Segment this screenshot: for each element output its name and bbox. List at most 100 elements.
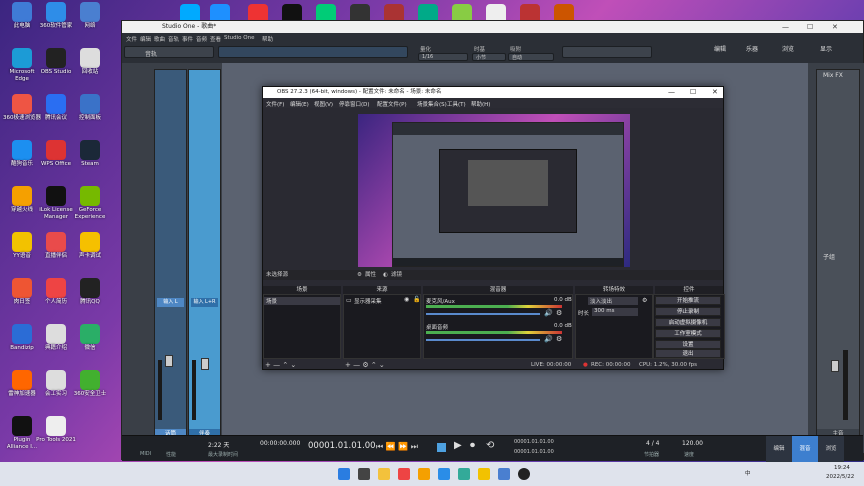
menu-event[interactable]: 事件 (182, 35, 193, 43)
menu-help[interactable]: 帮助(H) (471, 100, 490, 108)
gear-icon[interactable]: ⚙ (357, 270, 362, 280)
filter-icon[interactable]: ◐ (383, 270, 388, 280)
menu-scene-collection[interactable]: 场景集合(S) (417, 100, 447, 108)
settings-button[interactable]: 设置 (655, 340, 721, 349)
menu-edit[interactable]: 编辑(E) (290, 100, 309, 108)
speaker-icon[interactable]: 🔊 (544, 309, 553, 317)
loop-icon[interactable]: ⟲ (486, 440, 494, 451)
eye-icon[interactable]: ◉ (404, 296, 409, 303)
tab-browse[interactable]: 浏览 (818, 436, 844, 462)
minimize-icon[interactable]: — (668, 87, 675, 98)
channel-input[interactable]: 输入 L+R (191, 298, 218, 307)
gear-icon[interactable]: ⚙ (642, 297, 647, 304)
folder-icon[interactable] (378, 468, 390, 480)
studio-one-icon[interactable] (498, 468, 510, 480)
channel-strip-1[interactable]: 输入 L 话筒 (154, 69, 187, 439)
start-streaming-button[interactable]: 开始推流 (655, 296, 721, 305)
menu-profile[interactable]: 配置文件(P) (377, 100, 407, 108)
desktop-icon[interactable]: GeForce Experience (70, 186, 110, 226)
menu-docks[interactable]: 停靠窗口(D) (339, 100, 370, 108)
filters-button[interactable]: 滤镜 (391, 270, 402, 280)
maximize-icon[interactable]: ☐ (690, 87, 696, 98)
gear-icon[interactable]: ⚙ (556, 335, 562, 343)
desktop-icon[interactable]: Pro Tools 2021 (36, 416, 76, 456)
channel-input[interactable]: 输入 L (157, 298, 184, 307)
clock-time[interactable]: 19:24 (834, 465, 850, 471)
app-icon (46, 140, 66, 160)
clock-date[interactable]: 2022/5/22 (826, 474, 854, 480)
close-icon[interactable]: ✕ (712, 87, 718, 98)
edit-view-button[interactable]: 编辑 (714, 44, 726, 53)
time-signature[interactable]: 4 / 4 (646, 440, 659, 447)
search-icon[interactable] (358, 468, 370, 480)
browser-icon[interactable] (398, 468, 410, 480)
rewind-icon[interactable]: ⏮ ⏪ ⏩ ⏭ (376, 442, 418, 452)
lock-icon[interactable]: 🔓 (413, 296, 420, 303)
stop-recording-button[interactable]: 停止录制 (655, 307, 721, 316)
desktop-icon[interactable]: 回收站 (70, 48, 110, 88)
snap-select[interactable]: 自动 (508, 53, 554, 61)
menu-edit[interactable]: 编辑 (140, 35, 151, 43)
loop-start[interactable]: 00001.01.01.00 (514, 439, 554, 445)
start-icon[interactable] (338, 468, 350, 480)
desktop-icon[interactable]: Steam (70, 140, 110, 180)
properties-button[interactable]: 属性 (365, 270, 376, 280)
menu-tools[interactable]: 工具(T) (447, 100, 466, 108)
duration-input[interactable]: 300 ms (592, 308, 638, 316)
app-icon[interactable] (458, 468, 470, 480)
menu-help[interactable]: 帮助 (262, 35, 273, 43)
tempo-value[interactable]: 120.00 (682, 440, 703, 447)
app-icon[interactable] (478, 468, 490, 480)
gear-icon[interactable]: ⚙ (556, 309, 562, 317)
tab-mix[interactable]: 混音 (792, 436, 818, 462)
app-icon[interactable] (418, 468, 430, 480)
menu-file[interactable]: 文件(F) (266, 100, 284, 108)
show-button[interactable]: 显示 (820, 44, 832, 53)
record-icon[interactable]: ⏺ (470, 440, 475, 451)
menu-track[interactable]: 音轨 (168, 35, 179, 43)
desktop-volume-slider[interactable] (426, 339, 540, 341)
main-strip[interactable]: Mix FX 子组 主音 (816, 69, 860, 439)
desktop-icon[interactable]: 声卡调试 (70, 232, 110, 272)
exit-button[interactable]: 退出 (655, 349, 721, 358)
menu-audio[interactable]: 音频 (196, 35, 207, 43)
lang-indicator[interactable]: 中 (745, 469, 751, 477)
obs-preview[interactable] (358, 114, 630, 267)
menu-view[interactable]: 视图(V) (314, 100, 333, 108)
menu-file[interactable]: 文件 (126, 35, 137, 43)
close-icon[interactable]: ✕ (832, 21, 838, 33)
volume-fader[interactable] (201, 358, 209, 370)
speaker-icon[interactable]: 🔊 (544, 335, 553, 343)
desktop-icon[interactable]: 微信 (70, 324, 110, 364)
menu-view[interactable]: 查看 (210, 35, 221, 43)
app-icon[interactable] (438, 468, 450, 480)
stop-icon[interactable] (437, 443, 446, 452)
desktop-icon[interactable]: 网络 (70, 2, 110, 42)
minimize-icon[interactable]: — (782, 21, 789, 33)
tab-edit[interactable]: 编辑 (766, 436, 792, 462)
mic-volume-slider[interactable] (426, 313, 540, 315)
play-icon[interactable]: ▶ (454, 440, 462, 451)
scene-item[interactable]: 场景 (264, 297, 340, 305)
instruments-button[interactable]: 乐器 (746, 44, 758, 53)
tool-buttons[interactable] (218, 46, 408, 58)
timebase-select[interactable]: 小节 (472, 53, 506, 61)
quantize-select[interactable]: 1/16 (418, 53, 468, 61)
menu-studio-one[interactable]: Studio One (224, 35, 258, 41)
position-display[interactable]: 00001.01.01.00 (308, 441, 376, 451)
desktop-icon[interactable]: 腾讯QQ (70, 278, 110, 318)
desktop-icon[interactable]: 控制面板 (70, 94, 110, 134)
desktop-icon[interactable]: 360安全卫士 (70, 370, 110, 410)
maximize-icon[interactable]: ☐ (807, 21, 813, 33)
browse-button[interactable]: 浏览 (782, 44, 794, 53)
snap-buttons[interactable] (562, 46, 652, 58)
virtual-camera-button[interactable]: 启动虚拟摄像机 (655, 318, 721, 327)
channel-strip-2[interactable]: 输入 L+R 伴奏 (188, 69, 221, 439)
menu-song[interactable]: 歌曲 (154, 35, 165, 43)
loop-end[interactable]: 00001.01.01.00 (514, 449, 554, 455)
obs-icon[interactable] (518, 468, 530, 480)
volume-fader[interactable] (165, 355, 173, 367)
main-fader[interactable] (831, 360, 839, 372)
studio-mode-button[interactable]: 工作室模式 (655, 329, 721, 338)
transition-select[interactable]: 淡入淡出 (588, 297, 638, 305)
